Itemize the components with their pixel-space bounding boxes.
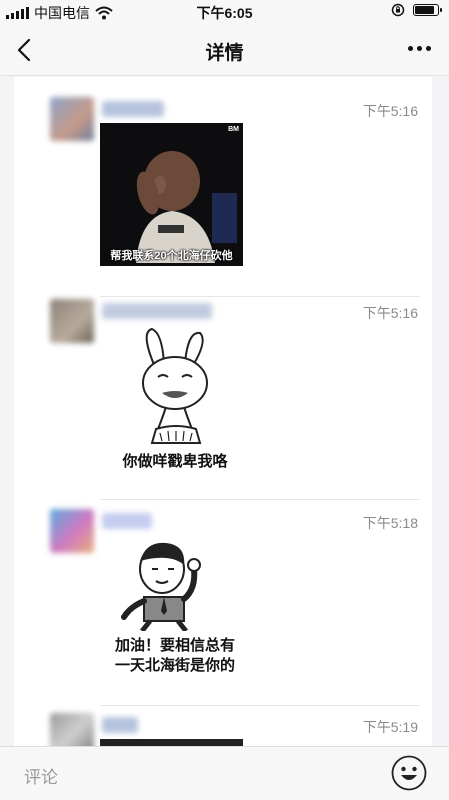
message-time: 下午5:16: [362, 305, 418, 321]
nav-bar: 详情: [0, 24, 449, 76]
baby-photo: [100, 123, 243, 266]
cheer-sticker-drawing: [121, 542, 201, 633]
page-title: 详情: [205, 43, 244, 64]
avatar[interactable]: [50, 509, 94, 553]
user-name[interactable]: [102, 303, 212, 319]
sticker-caption-line2: 一天北海街是你的: [114, 657, 235, 674]
message-image[interactable]: [100, 739, 243, 746]
divider: [100, 705, 420, 706]
comment-input[interactable]: 评论: [24, 763, 58, 788]
meme-image[interactable]: BM 帮我联系20个北海仔砍他: [100, 123, 243, 266]
user-name[interactable]: [102, 717, 138, 733]
avatar[interactable]: [50, 713, 94, 746]
divider: [100, 296, 420, 297]
meme-sticker[interactable]: 你做咩戳卑我咯: [100, 327, 250, 472]
rabbit-sticker-drawing: [142, 327, 208, 444]
message-image[interactable]: 加油！要相信总有 一天北海街是你的: [100, 539, 250, 676]
status-bar: 中国电信 下午6:05: [0, 0, 449, 24]
message-image[interactable]: BM 帮我联系20个北海仔砍他: [100, 123, 243, 266]
moment-detail-content: 下午5:16 BM 帮我联系20个北海仔砍他 下午5:16 你做咩戳卑我咯 下午…: [0, 77, 449, 746]
message-time: 下午5:18: [362, 515, 418, 531]
status-time: 下午6:05: [196, 5, 253, 21]
comments-card: 下午5:16 BM 帮我联系20个北海仔砍他 下午5:16 你做咩戳卑我咯 下午…: [14, 77, 432, 746]
emoji-icon[interactable]: [391, 755, 427, 791]
avatar[interactable]: [50, 97, 94, 141]
meme-sticker[interactable]: 加油！要相信总有 一天北海街是你的: [100, 539, 250, 676]
message-time: 下午5:16: [362, 103, 418, 119]
message-time: 下午5:19: [362, 719, 418, 735]
sticker-caption: 你做咩戳卑我咯: [122, 453, 228, 470]
more-icon[interactable]: [408, 46, 431, 51]
message-image[interactable]: 你做咩戳卑我咯: [100, 327, 250, 472]
divider: [100, 499, 420, 500]
rotation-lock-icon: [391, 3, 405, 17]
battery-icon: [413, 4, 442, 16]
comment-bar: 评论: [0, 746, 449, 800]
user-name[interactable]: [102, 101, 164, 117]
watermark-label: BM: [228, 126, 239, 133]
image-caption: 帮我联系20个北海仔砍他: [110, 250, 233, 262]
avatar[interactable]: [50, 299, 94, 343]
sticker-caption-line1: 加油！要相信总有: [114, 637, 235, 654]
user-name[interactable]: [102, 513, 152, 529]
